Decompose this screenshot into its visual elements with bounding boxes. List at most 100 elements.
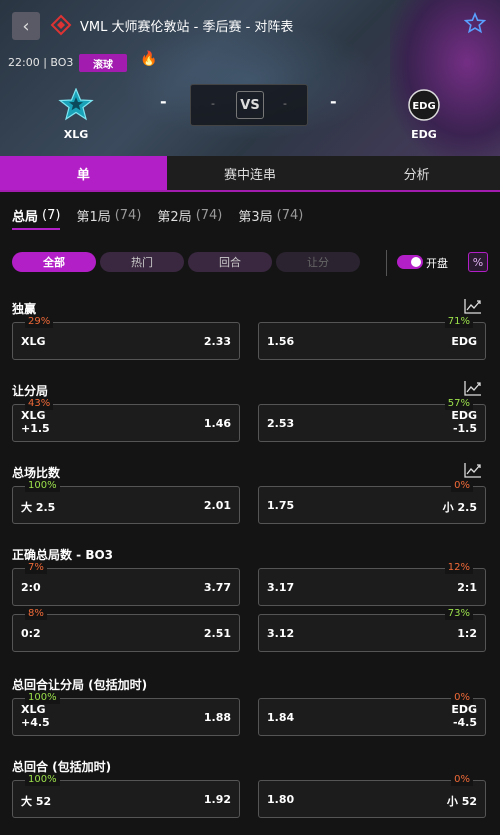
page-title: VML 大师赛伦敦站 - 季后赛 - 对阵表 <box>80 20 294 35</box>
home-team-name: XLG <box>63 128 89 141</box>
league-logo-icon <box>50 14 72 36</box>
open-market-toggle[interactable] <box>397 255 423 269</box>
filter-popular[interactable]: 热门 <box>100 252 184 272</box>
map-tabs: 总局 (7) 第1局 (74) 第2局 (74) 第3局 (74) <box>12 200 303 230</box>
map-tab-count: (7) <box>42 207 61 223</box>
odds-value: 2.01 <box>203 499 231 512</box>
bet-percentage: 71% <box>444 316 473 328</box>
odds-value: 1.92 <box>203 793 231 806</box>
bet-percentage: 29% <box>25 316 54 328</box>
away-score: - <box>330 92 337 111</box>
back-button[interactable]: ‹ <box>12 12 40 40</box>
vs-label: VS <box>236 91 264 119</box>
map-tab-1[interactable]: 第1局 (74) <box>76 200 141 230</box>
odds-value: 1.56 <box>267 335 295 348</box>
odds-button-left[interactable]: 29% XLG 2.33 <box>12 316 240 360</box>
score-left: - <box>211 97 215 110</box>
odds-value: 2.33 <box>203 335 231 348</box>
map-tab-total[interactable]: 总局 (7) <box>12 200 61 230</box>
odds-button-left[interactable]: 7% 2:0 3.77 <box>12 562 240 606</box>
chart-trend-icon[interactable] <box>464 462 482 478</box>
odds-button-right[interactable]: 12% 2:1 3.17 <box>258 562 486 606</box>
tab-live-parlay[interactable]: 赛中连串 <box>167 156 334 190</box>
odds-button-right[interactable]: 0% 小 52 1.80 <box>258 774 486 818</box>
bet-percentage: 73% <box>444 608 473 620</box>
selection-label: 0:2 <box>21 627 41 640</box>
odds-button-left[interactable]: 100% 大 2.5 2.01 <box>12 480 240 524</box>
bet-percentage: 8% <box>25 608 47 620</box>
map-tab-label: 第2局 <box>157 209 192 225</box>
market-title: 正确总局数 - BO3 <box>12 548 114 562</box>
home-team[interactable]: XLG <box>52 87 100 141</box>
away-team[interactable]: EDG EDG <box>400 88 448 141</box>
bet-percentage: 12% <box>444 562 473 574</box>
map-tab-label: 总局 <box>12 209 39 225</box>
odds-button-left[interactable]: 8% 0:2 2.51 <box>12 608 240 652</box>
selection-label: XLG <box>21 335 46 348</box>
edg-logo-icon: EDG <box>408 89 440 121</box>
odds-button-left[interactable]: 43% XLG +1.5 1.46 <box>12 398 240 442</box>
odds-value: 1.46 <box>203 417 231 430</box>
tab-single[interactable]: 单 <box>0 156 167 190</box>
filter-bar: 全部 热门 回合 让分 开盘 % <box>12 250 490 276</box>
selection-label: 小 2.5 <box>442 501 477 514</box>
market-title: 让分局 <box>12 384 49 398</box>
odds-button-left[interactable]: 100% 大 52 1.92 <box>12 774 240 818</box>
xlg-logo-icon <box>58 87 94 121</box>
odds-value: 1.84 <box>267 711 295 724</box>
selection-label: 大 52 <box>21 795 52 808</box>
bet-percentage: 0% <box>451 774 473 786</box>
bet-percentage: 7% <box>25 562 47 574</box>
odds-button-right[interactable]: 71% EDG 1.56 <box>258 316 486 360</box>
selection-label: 小 52 <box>446 795 477 808</box>
toggle-label: 开盘 <box>426 257 448 270</box>
map-tab-3[interactable]: 第3局 (74) <box>238 200 303 230</box>
odds-button-right[interactable]: 0% EDG -4.5 1.84 <box>258 692 486 736</box>
selection-label: 2:0 <box>21 581 41 594</box>
bet-percentage: 100% <box>25 774 60 786</box>
fire-icon: 🔥 <box>140 51 158 67</box>
odds-value: 3.17 <box>267 581 295 594</box>
away-team-name: EDG <box>411 128 437 141</box>
match-time: 22:00 | BO3 <box>8 56 74 69</box>
live-badge: 滚球 <box>79 54 127 72</box>
map-tab-label: 第3局 <box>238 209 273 225</box>
score-right: - <box>283 97 287 110</box>
chevron-left-icon: ‹ <box>22 15 30 37</box>
odds-value: 2.53 <box>267 417 295 430</box>
market-title: 总回合 (包括加时) <box>12 760 112 774</box>
odds-button-right[interactable]: 0% 小 2.5 1.75 <box>258 480 486 524</box>
odds-value: 3.12 <box>267 627 295 640</box>
percent-button[interactable]: % <box>468 252 488 272</box>
filter-handicap[interactable]: 让分 <box>276 252 360 272</box>
filter-rounds[interactable]: 回合 <box>188 252 272 272</box>
odds-value: 1.88 <box>203 711 231 724</box>
map-tab-count: (74) <box>195 207 223 223</box>
odds-button-left[interactable]: 100% XLG +4.5 1.88 <box>12 692 240 736</box>
chart-trend-icon[interactable] <box>464 380 482 396</box>
tab-analysis[interactable]: 分析 <box>333 156 500 190</box>
map-tab-count: (74) <box>114 207 142 223</box>
odds-button-right[interactable]: 73% 1:2 3.12 <box>258 608 486 652</box>
odds-button-right[interactable]: 57% EDG -1.5 2.53 <box>258 398 486 442</box>
svg-text:EDG: EDG <box>412 101 435 112</box>
score-box: - VS - <box>190 84 308 126</box>
match-header: ‹ VML 大师赛伦敦站 - 季后赛 - 对阵表 22:00 | BO3 滚球 … <box>0 0 500 156</box>
main-tabs: 单 赛中连串 分析 <box>0 156 500 192</box>
bet-percentage: 100% <box>25 480 60 492</box>
market-title: 独赢 <box>12 302 37 316</box>
selection-label: EDG -1.5 <box>451 409 477 435</box>
odds-value: 2.51 <box>203 627 231 640</box>
chart-trend-icon[interactable] <box>464 298 482 314</box>
selection-label: 1:2 <box>457 627 477 640</box>
selection-label: XLG +1.5 <box>21 409 50 435</box>
home-score: - <box>160 92 167 111</box>
market-title: 总回合让分局 (包括加时) <box>12 678 148 692</box>
filter-all[interactable]: 全部 <box>12 252 96 272</box>
map-tab-2[interactable]: 第2局 (74) <box>157 200 222 230</box>
selection-label: EDG <box>451 335 477 348</box>
favorite-star-icon[interactable] <box>464 12 486 34</box>
selection-label: EDG -4.5 <box>451 703 477 729</box>
odds-value: 3.77 <box>203 581 231 594</box>
selection-label: 2:1 <box>457 581 477 594</box>
